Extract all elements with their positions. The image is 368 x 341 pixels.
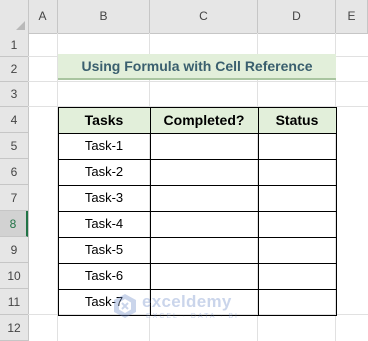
status-cell[interactable] — [258, 211, 336, 237]
table-border — [58, 159, 336, 160]
row-header-5[interactable]: 5 — [0, 133, 28, 159]
header-completed[interactable]: Completed? — [150, 107, 258, 133]
column-header-c[interactable]: C — [150, 0, 258, 33]
column-header-bar: A B C D E — [0, 0, 368, 34]
row-header-10[interactable]: 10 — [0, 263, 28, 289]
table-border — [336, 107, 337, 316]
column-header-a[interactable]: A — [28, 0, 58, 33]
status-cell[interactable] — [258, 133, 336, 159]
row-header-1[interactable]: 1 — [0, 33, 28, 57]
completed-cell[interactable] — [150, 211, 258, 237]
table-border — [58, 107, 59, 315]
task-cell[interactable]: Task-1 — [58, 133, 150, 159]
row-header-8[interactable]: 8 — [0, 211, 28, 237]
column-header-e[interactable]: E — [336, 0, 368, 33]
completed-cell[interactable] — [150, 237, 258, 263]
row-header-12[interactable]: 12 — [0, 315, 28, 341]
task-cell[interactable]: Task-5 — [58, 237, 150, 263]
select-all-icon — [16, 21, 25, 30]
sheet-title[interactable]: Using Formula with Cell Reference — [58, 54, 336, 80]
column-header-d[interactable]: D — [258, 0, 336, 33]
gridline — [28, 81, 368, 82]
table-border — [58, 133, 336, 134]
task-cell[interactable]: Task-6 — [58, 263, 150, 289]
row-header-3[interactable]: 3 — [0, 82, 28, 107]
row-header-6[interactable]: 6 — [0, 159, 28, 185]
table-border — [258, 107, 259, 315]
table-border — [58, 185, 336, 186]
row-header-7[interactable]: 7 — [0, 185, 28, 211]
row-header-bar: 1 2 3 4 5 6 7 8 9 10 11 12 — [0, 33, 29, 341]
completed-cell[interactable] — [150, 159, 258, 185]
table-border — [150, 107, 151, 315]
table-border — [58, 237, 336, 238]
completed-cell[interactable] — [150, 133, 258, 159]
completed-cell[interactable] — [150, 185, 258, 211]
table-border — [58, 211, 336, 212]
task-cell[interactable]: Task-3 — [58, 185, 150, 211]
row-header-2[interactable]: 2 — [0, 57, 28, 82]
select-all-button[interactable] — [0, 0, 29, 33]
header-status[interactable]: Status — [258, 107, 336, 133]
spreadsheet: A B C D E 1 2 3 4 5 6 7 8 9 10 11 12 Usi… — [0, 0, 368, 341]
row-header-4[interactable]: 4 — [0, 107, 28, 133]
status-cell[interactable] — [258, 263, 336, 289]
header-tasks[interactable]: Tasks — [58, 107, 150, 133]
exceldemy-watermark: exceldemy EXCEL · DATA · BI — [112, 289, 262, 329]
status-cell[interactable] — [258, 185, 336, 211]
watermark-name: exceldemy — [142, 292, 232, 311]
task-cell[interactable]: Task-4 — [58, 211, 150, 237]
status-cell[interactable] — [258, 289, 336, 315]
completed-cell[interactable] — [150, 263, 258, 289]
table-border — [58, 107, 336, 108]
watermark-tagline: EXCEL · DATA · BI — [146, 313, 239, 320]
exceldemy-logo-icon — [114, 294, 136, 318]
column-header-b[interactable]: B — [58, 0, 150, 33]
status-cell[interactable] — [258, 237, 336, 263]
status-cell[interactable] — [258, 159, 336, 185]
row-header-9[interactable]: 9 — [0, 237, 28, 263]
task-cell[interactable]: Task-2 — [58, 159, 150, 185]
row-header-11[interactable]: 11 — [0, 289, 28, 315]
table-border — [58, 263, 336, 264]
